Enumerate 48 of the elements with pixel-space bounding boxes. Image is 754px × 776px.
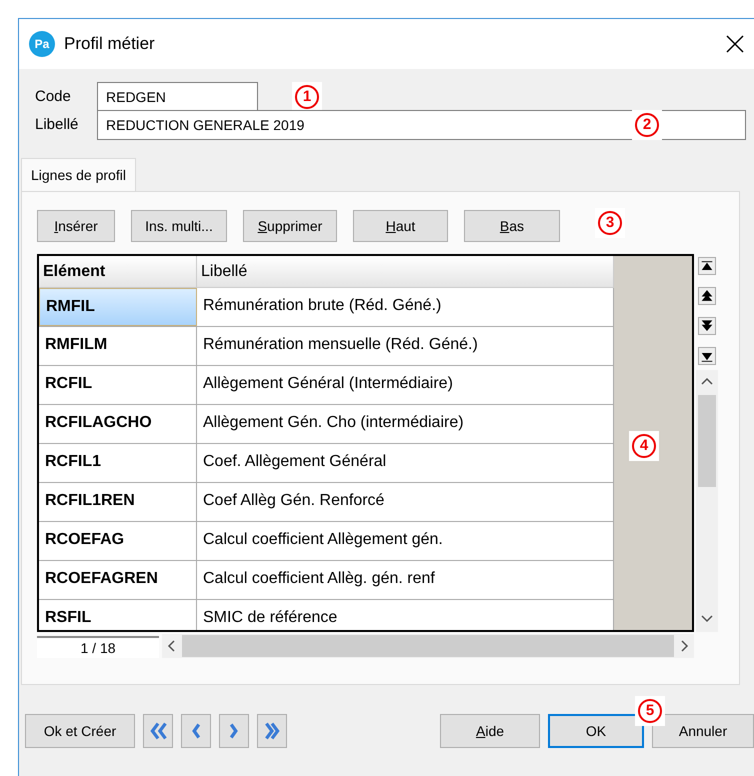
annotation-marker: 2 <box>635 113 659 137</box>
table-cell[interactable]: Calcul coefficient Allègement gén. <box>197 522 614 560</box>
first-icon[interactable] <box>700 259 714 273</box>
table-cell[interactable]: RCFIL1REN <box>39 483 197 521</box>
window-title: Profil métier <box>64 33 156 56</box>
app-logo-icon: Pa <box>29 31 55 57</box>
page-counter: 1 / 18 <box>37 636 159 658</box>
navigation-button[interactable] <box>143 714 173 748</box>
close-icon[interactable] <box>726 35 744 53</box>
field-label: Libellé <box>35 114 80 135</box>
table-cell[interactable]: RCFILAGCHO <box>39 405 197 443</box>
text-field[interactable]: REDGEN <box>97 82 258 112</box>
table-cell[interactable]: Coef. Allègement Général <box>197 444 614 482</box>
table-cell[interactable]: RMFIL <box>39 288 197 326</box>
column-header[interactable]: Libellé <box>197 256 614 287</box>
annotation-marker: 5 <box>638 699 662 723</box>
annotation-marker: 4 <box>632 434 656 458</box>
toolbar-button[interactable]: Bas <box>464 210 560 242</box>
dialog-button[interactable]: Aide <box>440 714 540 748</box>
dialog-button[interactable]: OK <box>548 714 644 748</box>
field-label: Code <box>35 86 72 107</box>
table-cell[interactable]: Calcul coefficient Allèg. gén. renf <box>197 561 614 599</box>
ok-create-button[interactable]: Ok et Créer <box>25 714 135 748</box>
table-cell[interactable]: Coef Allèg Gén. Renforcé <box>197 483 614 521</box>
toolbar-button[interactable]: Ins. multi... <box>131 210 227 242</box>
table-cell[interactable]: RCOEFAG <box>39 522 197 560</box>
table-cell[interactable]: Allègement Général (Intermédiaire) <box>197 366 614 404</box>
table-cell[interactable]: Rémunération mensuelle (Réd. Géné.) <box>197 327 614 365</box>
navigation-button[interactable] <box>257 714 287 748</box>
table-cell[interactable]: Rémunération brute (Réd. Géné.) <box>197 288 614 326</box>
table-cell[interactable]: RCFIL1 <box>39 444 197 482</box>
dialog-button[interactable]: Annuler <box>652 714 754 748</box>
next-icon[interactable] <box>700 319 714 333</box>
table-cell[interactable]: Allègement Gén. Cho (intermédiaire) <box>197 405 614 443</box>
table-cell[interactable]: RCFIL <box>39 366 197 404</box>
scrollbar-thumb[interactable] <box>698 394 716 486</box>
table-cell[interactable]: RMFILM <box>39 327 197 365</box>
table-cell[interactable]: RCOEFAGREN <box>39 561 197 599</box>
scrollbar-thumb[interactable] <box>182 635 674 657</box>
navigation-button[interactable] <box>219 714 249 748</box>
tab[interactable]: Lignes de profil <box>21 158 136 192</box>
previous-icon[interactable] <box>700 289 714 303</box>
toolbar-button[interactable]: Supprimer <box>243 210 337 242</box>
toolbar-button[interactable]: Insérer <box>37 210 115 242</box>
annotation-marker: 3 <box>598 211 622 235</box>
navigation-button[interactable] <box>181 714 211 748</box>
column-header[interactable]: Elément <box>39 256 197 287</box>
toolbar-button[interactable]: Haut <box>353 210 448 242</box>
